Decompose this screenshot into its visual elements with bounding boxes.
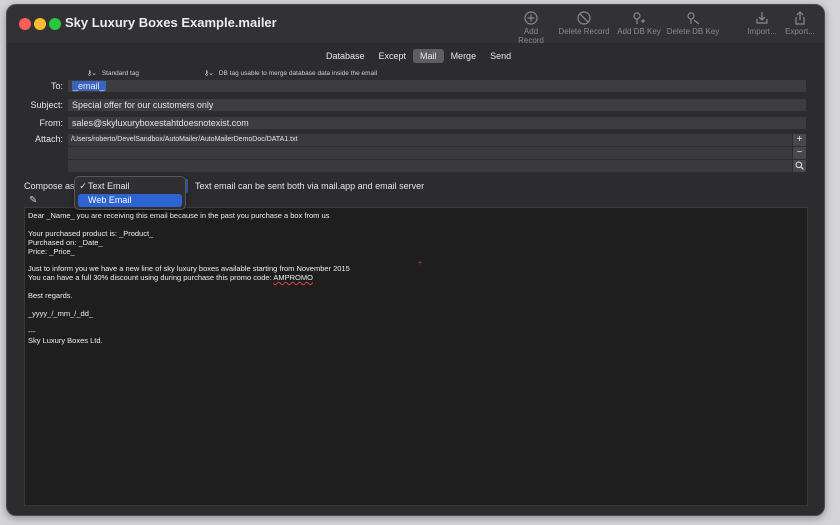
- legend-standard-tag: ⚷⌄ Standard tag: [87, 69, 139, 77]
- menu-item-web-email[interactable]: Web Email: [78, 194, 182, 207]
- tab-bar: Database Except Mail Merge Send: [319, 49, 518, 63]
- remove-attachment-button[interactable]: −: [793, 147, 806, 159]
- key-icon: ⚷⌄: [204, 70, 214, 77]
- compose-note: Text email can be sent both via mail.app…: [195, 181, 425, 191]
- export-label: Export...: [785, 27, 815, 36]
- attachment-empty-row: [68, 147, 792, 160]
- body-signature: Sky Luxury Boxes Ltd.: [28, 336, 103, 345]
- subject-label: Subject:: [30, 100, 63, 110]
- add-record-label: Add Record: [518, 27, 544, 45]
- to-label: To:: [50, 81, 63, 91]
- import-button[interactable]: Import...: [746, 11, 778, 41]
- search-icon: [795, 161, 804, 170]
- tab-merge[interactable]: Merge: [444, 49, 484, 63]
- body-discount: You can have a full 30% discount using d…: [28, 273, 313, 282]
- window-title: Sky Luxury Boxes Example.mailer: [65, 15, 277, 30]
- prohibit-icon: [577, 11, 591, 25]
- body-date: Purchased on: _Date_: [28, 238, 103, 247]
- body-product: Your purchased product is: _Product_: [28, 229, 154, 238]
- body-offer: Just to inform you we have a new line of…: [28, 264, 350, 273]
- delete-record-label: Delete Record: [558, 27, 610, 36]
- to-value: _email_: [72, 81, 106, 91]
- compose-label: Compose as: [24, 181, 75, 191]
- menu-item-web-email-label: Web Email: [88, 195, 132, 205]
- checkmark-icon: ✓: [79, 181, 87, 191]
- import-icon: [756, 12, 768, 24]
- body-separator: ---: [28, 327, 36, 336]
- legend-standard-label: Standard tag: [101, 70, 140, 77]
- tab-send[interactable]: Send: [483, 49, 518, 63]
- delete-db-key-button[interactable]: Delete DB Key: [666, 11, 720, 41]
- close-window-button[interactable]: [19, 18, 31, 30]
- tab-mail[interactable]: Mail: [413, 49, 444, 63]
- attachment-item[interactable]: /Users/roberto/DevelSandbox/AutoMailer/A…: [68, 134, 792, 147]
- share-icon: [795, 11, 805, 25]
- add-db-key-label: Add DB Key: [617, 27, 661, 36]
- body-greeting: Dear _Name_ you are receiving this email…: [28, 211, 330, 220]
- zoom-window-button[interactable]: [49, 18, 61, 30]
- menu-item-text-email-label: Text Email: [88, 181, 130, 191]
- from-field[interactable]: sales@skyluxuryboxestahtdoesnotexist.com: [68, 117, 806, 129]
- menu-item-text-email[interactable]: ✓Text Email: [78, 180, 182, 193]
- add-db-key-button[interactable]: Add DB Key: [617, 11, 661, 41]
- legend-db-label: DB tag usable to merge database data ins…: [218, 70, 378, 77]
- attachments-list[interactable]: /Users/roberto/DevelSandbox/AutoMailer/A…: [68, 134, 792, 172]
- legend-db-tag: ⚷⌄ DB tag usable to merge database data …: [204, 69, 377, 77]
- key-plus-icon: [633, 12, 645, 24]
- delete-db-key-label: Delete DB Key: [666, 27, 720, 36]
- body-price: Price: _Price_: [28, 247, 75, 256]
- delete-record-button[interactable]: Delete Record: [558, 11, 610, 41]
- body-discount-text: You can have a full 30% discount using d…: [28, 273, 274, 282]
- import-label: Import...: [747, 27, 777, 36]
- body-regards: Best regards.: [28, 291, 73, 300]
- key-minus-icon: [687, 12, 700, 25]
- plus-circle-icon: [524, 11, 538, 25]
- attach-label: Attach:: [34, 134, 63, 144]
- from-label: From:: [39, 118, 64, 128]
- compose-dropdown-menu: ✓Text Email Web Email: [74, 176, 186, 210]
- add-attachment-button[interactable]: +: [793, 134, 806, 146]
- key-icon: ⚷⌄: [87, 70, 97, 77]
- subject-field[interactable]: Special offer for our customers only: [68, 99, 806, 111]
- app-window: Sky Luxury Boxes Example.mailer Add Reco…: [6, 4, 825, 516]
- promo-code: AMPROMO: [273, 273, 313, 282]
- search-attachment-button[interactable]: [793, 160, 806, 172]
- cursor-crosshair-icon: +: [418, 260, 423, 267]
- add-record-button[interactable]: Add Record: [510, 11, 552, 45]
- tab-database[interactable]: Database: [319, 49, 372, 63]
- tab-except[interactable]: Except: [372, 49, 414, 63]
- body-date-tag: _yyyy_/_mm_/_dd_: [28, 309, 94, 318]
- email-body-editor[interactable]: Dear _Name_ you are receiving this email…: [24, 207, 808, 506]
- pencil-icon[interactable]: ✎: [29, 195, 37, 206]
- to-field[interactable]: _email_: [68, 80, 806, 92]
- export-button[interactable]: Export...: [783, 11, 817, 41]
- title-bar: Sky Luxury Boxes Example.mailer Add Reco…: [7, 5, 824, 45]
- minimize-window-button[interactable]: [34, 18, 46, 30]
